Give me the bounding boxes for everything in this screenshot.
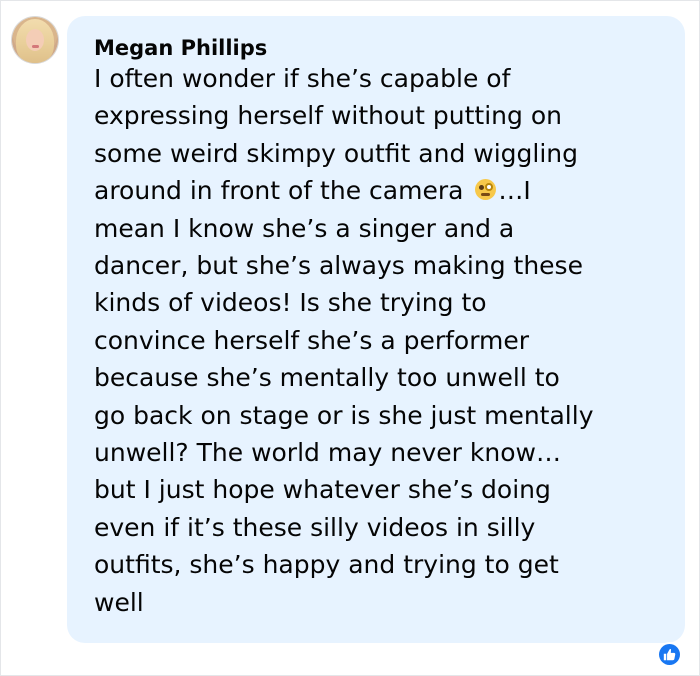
comment-line: convince herself she’s a performer bbox=[94, 325, 530, 355]
comment-line-part: around in front of the camera bbox=[94, 176, 472, 206]
comment-line: I often wonder if she’s capable of bbox=[94, 64, 511, 93]
comment-line: well bbox=[94, 587, 144, 617]
comment-line-part: …I bbox=[498, 176, 531, 206]
like-reaction-badge[interactable] bbox=[659, 644, 680, 665]
comment-author-name[interactable]: Megan Phillips bbox=[94, 36, 267, 60]
comment-line: outfits, she’s happy and trying to get bbox=[94, 550, 559, 580]
comment-bubble: Megan Phillips I often wonder if she’s c… bbox=[67, 16, 685, 643]
comment-text: I often wonder if she’s capable of expre… bbox=[94, 60, 679, 621]
comment-line: go back on stage or is she just mentally bbox=[94, 400, 594, 430]
avatar[interactable] bbox=[12, 17, 58, 63]
comment-line: unwell? The world may never know… bbox=[94, 438, 561, 468]
comment-line: expressing herself without putting on bbox=[94, 101, 562, 131]
avatar-lips bbox=[32, 45, 39, 48]
comment-line: some weird skimpy outfit and wiggling bbox=[94, 138, 578, 168]
comment-line: because she’s mentally too unwell to bbox=[94, 363, 560, 393]
comment-line: dancer, but she’s always making these bbox=[94, 251, 583, 281]
face-with-monocle-emoji-icon bbox=[475, 179, 497, 201]
comment-line: mean I know she’s a singer and a bbox=[94, 213, 515, 243]
like-thumbs-up-icon bbox=[663, 648, 676, 661]
comment-line: but I just hope whatever she’s doing bbox=[94, 475, 551, 505]
comment-card: Megan Phillips I often wonder if she’s c… bbox=[0, 0, 700, 676]
comment-line-with-emoji: around in front of the camera …I bbox=[94, 172, 679, 209]
comment-line: even if it’s these silly videos in silly bbox=[94, 512, 536, 542]
comment-line: kinds of videos! Is she trying to bbox=[94, 288, 487, 318]
